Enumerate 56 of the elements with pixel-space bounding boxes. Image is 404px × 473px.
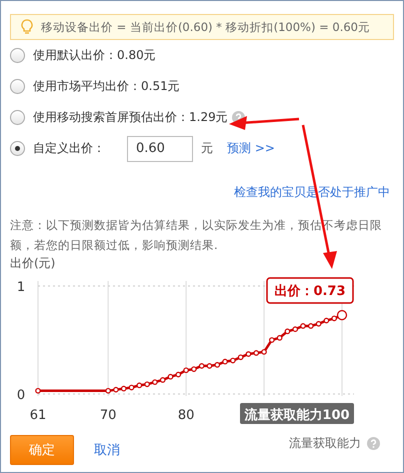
point xyxy=(35,388,41,394)
option-label: 使用市场平均出价：0.51元 xyxy=(33,78,180,95)
point xyxy=(160,377,166,383)
point xyxy=(183,367,189,374)
point xyxy=(128,384,134,390)
x-tick-label: 80 xyxy=(178,408,194,423)
radio-button[interactable] xyxy=(10,48,25,63)
point xyxy=(331,316,338,322)
y-tick-label: 1 xyxy=(16,280,26,295)
option-label: 使用移动搜索首屏预估出价：1.29元 xyxy=(33,109,228,126)
point xyxy=(168,374,174,380)
x-axis-title: 流量获取能力 xyxy=(289,434,361,452)
point xyxy=(191,366,197,372)
point xyxy=(198,363,204,369)
price-callout: 出价：0.73 xyxy=(266,277,354,304)
tip-text: 移动设备出价 = 当前出价(0.60) * 移动折扣(100%) = 0.60元 xyxy=(41,20,370,34)
lightbulb-icon xyxy=(21,19,33,35)
option-label: 自定义出价： xyxy=(33,140,105,157)
point xyxy=(206,363,212,369)
option-label: 使用默认出价：0.80元 xyxy=(33,47,156,64)
price-input[interactable]: 0.60 xyxy=(127,136,193,162)
annotation-arrow xyxy=(229,116,300,130)
confirm-button[interactable]: 确定 xyxy=(10,435,74,465)
x-tick-label: 70 xyxy=(100,408,116,423)
point xyxy=(230,358,236,364)
point xyxy=(152,379,158,385)
point xyxy=(316,321,322,327)
point xyxy=(120,386,127,392)
radio-button[interactable] xyxy=(10,141,25,156)
point xyxy=(105,388,111,394)
point xyxy=(136,382,142,388)
point xyxy=(246,351,252,357)
cancel-link[interactable]: 取消 xyxy=(94,441,120,459)
point xyxy=(269,337,275,343)
point xyxy=(176,372,182,378)
point xyxy=(238,354,244,360)
point xyxy=(214,362,220,368)
unit-label: 元 xyxy=(201,140,213,157)
x-tick-label: 61 xyxy=(30,408,46,423)
point xyxy=(113,386,119,392)
point xyxy=(292,326,298,332)
point xyxy=(276,335,282,341)
forecast-link[interactable]: 预测 >> xyxy=(227,140,275,157)
point xyxy=(300,323,306,329)
radio-button[interactable] xyxy=(10,110,25,125)
point xyxy=(222,358,228,364)
point xyxy=(261,349,267,355)
point xyxy=(308,323,314,329)
y-tick-label: 0 xyxy=(16,388,26,403)
point xyxy=(253,350,260,356)
tooltip: 流量获取能力100 xyxy=(240,403,354,424)
point xyxy=(144,381,150,388)
axis-title: 出价(元) xyxy=(9,255,56,271)
point xyxy=(284,328,290,334)
point xyxy=(324,318,330,324)
radio-button[interactable] xyxy=(10,79,25,94)
